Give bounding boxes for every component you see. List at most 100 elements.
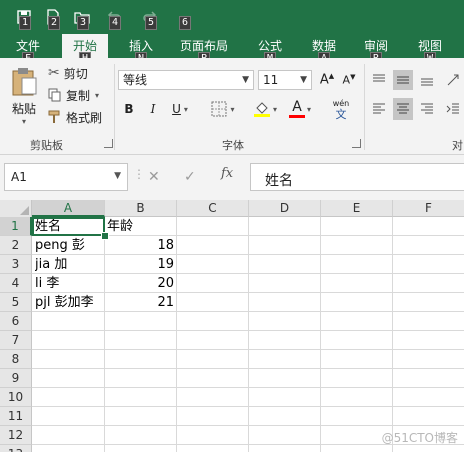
font-name-select[interactable]: 等线 ▼: [118, 70, 254, 90]
decrease-font-icon: A▼: [342, 73, 356, 87]
cell-a5[interactable]: pjl 彭加李: [35, 293, 104, 312]
keytip: 2: [48, 16, 61, 30]
bold-button[interactable]: B: [120, 98, 138, 120]
chevron-down-icon: ▾: [306, 104, 311, 114]
phonetic-wen-char: 文: [335, 108, 347, 121]
align-center-button[interactable]: [393, 98, 413, 120]
row-header-6[interactable]: 6: [0, 312, 32, 331]
column-header-a[interactable]: A: [32, 200, 105, 217]
cell-b3[interactable]: 19: [107, 255, 174, 274]
font-launcher[interactable]: [352, 139, 361, 148]
chevron-down-icon: ▼: [300, 75, 307, 85]
chevron-down-icon: ▾: [230, 104, 235, 114]
tab-data[interactable]: 数据A: [302, 34, 346, 66]
column-header-b[interactable]: B: [105, 200, 177, 217]
fill-handle[interactable]: [101, 232, 109, 240]
cell-a2[interactable]: peng 彭: [35, 236, 105, 255]
row-header-9[interactable]: 9: [0, 369, 32, 388]
save-button[interactable]: 1: [16, 6, 32, 30]
orientation-button[interactable]: [444, 70, 462, 90]
column-header-e[interactable]: E: [321, 200, 393, 217]
paste-label: 粘贴: [11, 102, 36, 116]
copy-button[interactable]: 复制 ▾: [48, 84, 114, 106]
row-header-12[interactable]: 12: [0, 426, 32, 445]
increase-font-icon: A▲: [319, 72, 335, 88]
tab-label: 文件: [15, 39, 40, 53]
gridline: [32, 330, 464, 331]
tab-formulas[interactable]: 公式M: [248, 34, 292, 66]
indent-button[interactable]: [444, 98, 462, 120]
name-box[interactable]: A1 ▼: [4, 163, 128, 191]
underline-button[interactable]: U ▾: [166, 98, 194, 120]
new-file-button[interactable]: 2: [45, 6, 61, 30]
align-middle-icon: [397, 76, 409, 84]
cell-a4[interactable]: li 李: [35, 274, 105, 293]
borders-icon: [211, 101, 227, 117]
format-painter-button[interactable]: 格式刷: [48, 106, 112, 128]
formula-bar: A1 ▼ ⋮ ✕ ✓ fx 姓名: [0, 155, 464, 200]
align-top-button[interactable]: [370, 70, 388, 90]
row-header-5[interactable]: 5: [0, 293, 32, 312]
row-header-2[interactable]: 2: [0, 236, 32, 255]
tab-label: 开始: [72, 39, 97, 53]
clipboard-launcher[interactable]: [104, 139, 113, 148]
redo-button[interactable]: 5: [142, 6, 158, 30]
cancel-icon[interactable]: ✕: [148, 169, 160, 185]
column-header-d[interactable]: D: [249, 200, 321, 217]
cut-button[interactable]: ✂ 剪切: [48, 62, 106, 84]
tab-view[interactable]: 视图W: [408, 34, 452, 66]
formula-input[interactable]: 姓名: [250, 163, 464, 191]
chevron-down-icon: ▼: [242, 75, 249, 85]
keytip: 3: [77, 16, 90, 30]
formula-input-value: 姓名: [265, 173, 293, 189]
gridline: [248, 217, 249, 452]
phonetic-guide-button[interactable]: wén 文: [326, 96, 356, 124]
tab-review[interactable]: 审阅R: [354, 34, 398, 66]
cell-b4[interactable]: 20: [107, 274, 174, 293]
gridline: [32, 406, 464, 407]
alignment-group-label: 对: [452, 139, 463, 152]
row-header-4[interactable]: 4: [0, 274, 32, 293]
row-header-11[interactable]: 11: [0, 407, 32, 426]
chevron-down-icon: ▾: [95, 90, 100, 100]
undo-button[interactable]: 4: [106, 6, 122, 30]
font-color-button[interactable]: A ▾: [284, 98, 316, 120]
row-header-3[interactable]: 3: [0, 255, 32, 274]
align-left-button[interactable]: [370, 98, 388, 120]
paint-bucket-icon: [253, 102, 270, 117]
font-group-label: 字体: [222, 139, 244, 152]
column-header-f[interactable]: F: [393, 200, 464, 217]
cell-a3[interactable]: jia 加: [35, 255, 105, 274]
font-size-select[interactable]: 11 ▼: [258, 70, 312, 90]
enter-icon[interactable]: ✓: [184, 169, 196, 185]
select-all-button[interactable]: [0, 200, 32, 218]
customize-qat-button[interactable]: 6: [176, 6, 192, 30]
tab-label: 数据: [311, 39, 336, 53]
cell-b5[interactable]: 21: [107, 293, 174, 312]
worksheet-grid[interactable]: A B C D E F 1 2 3 4 5 6 7 8 9 10 11 12 1…: [0, 200, 464, 452]
tab-file[interactable]: 文件F: [6, 34, 50, 66]
row-header-13[interactable]: 13: [0, 445, 32, 452]
group-divider: [114, 64, 115, 150]
tab-page-layout[interactable]: 页面布局P: [172, 34, 236, 66]
open-file-button[interactable]: 3: [74, 6, 90, 30]
decrease-font-size-button[interactable]: A▼: [340, 70, 358, 90]
tab-home[interactable]: 开始H: [62, 34, 108, 66]
align-bottom-button[interactable]: [418, 70, 436, 90]
insert-function-button[interactable]: fx: [221, 166, 233, 181]
column-header-c[interactable]: C: [177, 200, 249, 217]
align-middle-button[interactable]: [393, 70, 413, 90]
row-header-1[interactable]: 1: [0, 217, 32, 236]
paste-button[interactable]: 粘贴 ▾: [6, 62, 42, 130]
row-header-8[interactable]: 8: [0, 350, 32, 369]
row-header-10[interactable]: 10: [0, 388, 32, 407]
align-right-button[interactable]: [418, 98, 436, 120]
italic-button[interactable]: I: [144, 98, 162, 120]
borders-button[interactable]: ▾: [206, 98, 240, 120]
cell-b2[interactable]: 18: [107, 236, 174, 255]
increase-font-size-button[interactable]: A▲: [318, 70, 336, 90]
row-header-7[interactable]: 7: [0, 331, 32, 350]
cell-b1[interactable]: 年龄: [107, 217, 175, 236]
tab-insert[interactable]: 插入N: [118, 34, 164, 66]
fill-color-button[interactable]: ▾: [250, 98, 280, 120]
